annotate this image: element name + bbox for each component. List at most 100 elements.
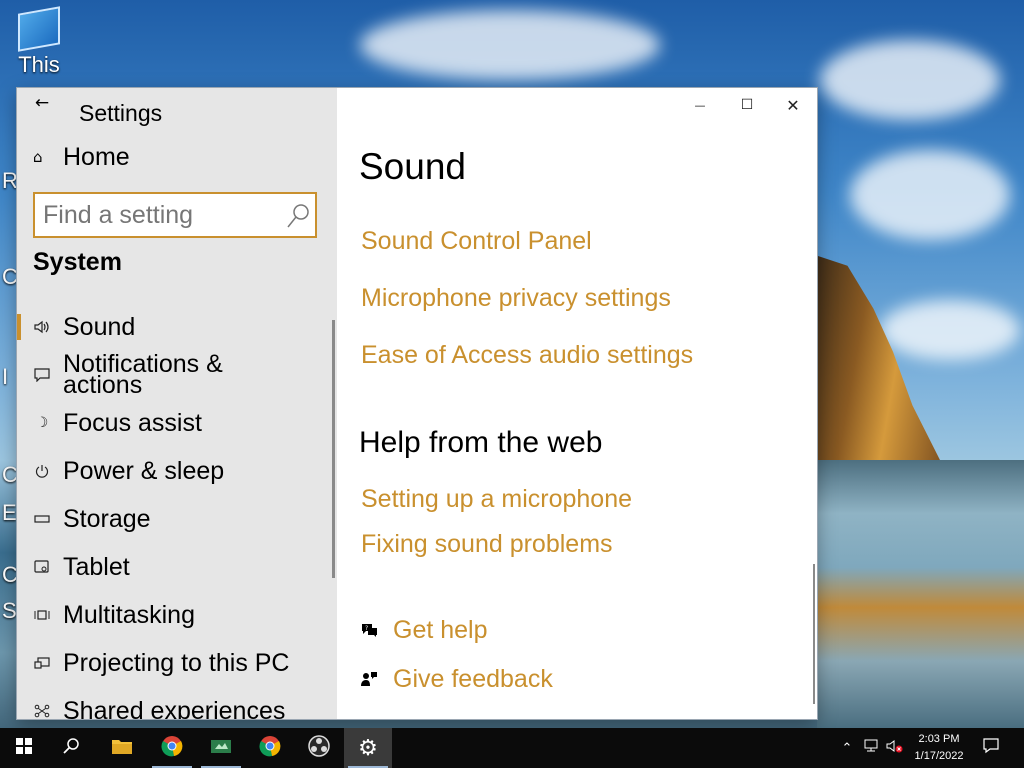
desktop-edge-letter: I (2, 364, 9, 389)
minimize-button[interactable]: — (677, 90, 723, 120)
home-nav-item[interactable]: ⌂ Home (33, 140, 130, 174)
search-box[interactable] (33, 192, 317, 238)
back-button[interactable]: ← (31, 92, 53, 114)
sidebar: ← Settings ⌂ Home System Sound Notificat (17, 88, 337, 719)
clock-time: 2:03 PM (918, 733, 960, 745)
feedback-icon (359, 669, 379, 689)
nav-item-label: Multitasking (63, 601, 195, 629)
maximize-icon: ☐ (740, 97, 754, 113)
desktop-edge-letter: C (2, 562, 18, 587)
nav-item-shared-experiences[interactable]: Shared experiences (17, 688, 332, 719)
search-input[interactable] (43, 198, 279, 232)
home-icon: ⌂ (33, 148, 43, 166)
sidebar-scrollbar[interactable] (332, 320, 335, 578)
chevron-up-icon: ⌃ (841, 740, 853, 756)
chrome-icon (161, 735, 183, 762)
give-feedback-label: Give feedback (393, 664, 553, 693)
get-help-label: Get help (393, 615, 488, 644)
nav-item-label-line2: actions (63, 371, 143, 399)
get-help-link[interactable]: ? Get help (359, 614, 488, 646)
clock[interactable]: 2:03 PM 1/17/2022 (904, 731, 974, 765)
search-icon (63, 737, 81, 760)
obs-button[interactable] (295, 728, 343, 768)
desktop-edge-letter: C (2, 264, 18, 289)
projector-icon (33, 654, 51, 672)
network-icon (863, 739, 879, 757)
give-feedback-link[interactable]: Give feedback (359, 663, 553, 695)
taskbar-search-button[interactable] (48, 728, 96, 768)
desktop-edge-letter: E (2, 500, 17, 525)
network-tray-button[interactable] (860, 728, 882, 768)
storage-icon (33, 510, 51, 528)
maximize-button[interactable]: ☐ (724, 90, 770, 120)
chrome-icon (259, 735, 281, 762)
search-icon (285, 202, 311, 230)
app-icon (210, 737, 232, 760)
nav-item-label: Shared experiences (63, 697, 286, 720)
selection-indicator (17, 314, 21, 340)
ease-of-access-audio-link[interactable]: Ease of Access audio settings (361, 341, 693, 370)
desktop-edge-letter: C (2, 462, 18, 487)
volume-tray-button[interactable] (884, 728, 906, 768)
settings-gear-icon: ⚙ (358, 735, 378, 761)
multitasking-icon (33, 606, 51, 624)
nav-item-projecting[interactable]: Projecting to this PC (17, 640, 332, 686)
notification-icon (33, 366, 51, 384)
main-content: — ☐ ✕ Sound Sound Control Panel Micropho… (337, 88, 817, 719)
chrome-profile-button[interactable] (246, 728, 294, 768)
content-scrollbar[interactable] (813, 564, 815, 704)
get-help-icon: ? (359, 620, 379, 640)
svg-text:?: ? (365, 625, 368, 632)
taskbar: ⚙ ⌃ 2:03 PM 1/17/2022 (0, 728, 1024, 768)
back-arrow-icon: ← (34, 93, 50, 113)
file-explorer-button[interactable] (98, 728, 146, 768)
moon-icon: ☽ (35, 415, 49, 431)
page-title: Sound (359, 146, 466, 187)
clock-date: 1/17/2022 (914, 750, 964, 762)
nav-item-label: Sound (63, 313, 136, 341)
cloud (880, 300, 1020, 360)
app-button[interactable] (197, 728, 245, 768)
nav-item-storage[interactable]: Storage (17, 496, 332, 542)
cloud (850, 150, 1010, 240)
action-center-button[interactable] (978, 728, 1004, 768)
home-label: Home (63, 142, 130, 171)
nav-item-notifications[interactable]: Notifications & actions (17, 352, 332, 398)
start-button[interactable] (0, 728, 48, 768)
nav-item-focus-assist[interactable]: ☽ Focus assist (17, 400, 332, 446)
desktop-edge-letter: S (2, 598, 17, 623)
minimize-icon: — (694, 98, 706, 112)
chrome-button[interactable] (148, 728, 196, 768)
sea (817, 460, 1024, 728)
nav-item-tablet[interactable]: Tablet (17, 544, 332, 590)
nav-item-label: Focus assist (63, 409, 202, 437)
desktop-edge-letter: R (2, 168, 18, 193)
nav-item-power-sleep[interactable]: Power & sleep (17, 448, 332, 494)
this-pc-desktop-icon[interactable]: This (14, 6, 64, 78)
close-button[interactable]: ✕ (770, 90, 816, 120)
close-icon: ✕ (786, 95, 800, 115)
show-hidden-icons-button[interactable]: ⌃ (838, 728, 856, 768)
nav-item-label: Storage (63, 505, 151, 533)
notification-icon (983, 738, 999, 758)
shared-icon (33, 702, 51, 719)
cloud (360, 10, 660, 80)
sound-control-panel-link[interactable]: Sound Control Panel (361, 227, 592, 256)
settings-taskbar-button[interactable]: ⚙ (344, 728, 392, 768)
settings-window: ← Settings ⌂ Home System Sound Notificat (17, 88, 817, 719)
microphone-privacy-link[interactable]: Microphone privacy settings (361, 284, 671, 313)
power-icon (33, 462, 51, 480)
setting-up-microphone-link[interactable]: Setting up a microphone (361, 485, 632, 514)
rock-cliff (815, 255, 945, 470)
folder-icon (111, 737, 133, 760)
desktop-icon-label: This (18, 52, 60, 77)
nav-item-multitasking[interactable]: Multitasking (17, 592, 332, 638)
app-title: Settings (79, 100, 163, 126)
speaker-icon (33, 318, 51, 336)
cloud (820, 40, 1000, 120)
section-heading: System (33, 248, 122, 276)
fixing-sound-problems-link[interactable]: Fixing sound problems (361, 530, 613, 559)
nav-item-label: Power & sleep (63, 457, 225, 485)
nav-item-sound[interactable]: Sound (17, 304, 332, 350)
obs-icon (308, 734, 330, 762)
